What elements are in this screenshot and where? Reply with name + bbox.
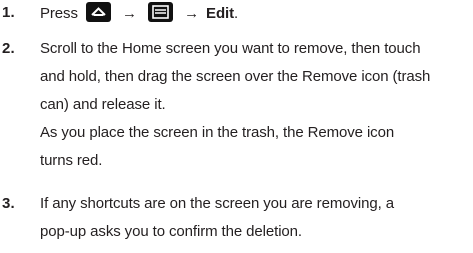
step-1-line: Press → → Edit. [40,2,239,24]
step-number: 1. [2,4,15,21]
instruction-document: 1. Press → → Edit. 2. Scroll to the Home… [0,0,473,253]
step-text-line: turns red. [40,152,103,169]
step-text-line: pop-up asks you to confirm the deletion. [40,223,302,240]
arrow-icon: → [184,4,199,22]
menu-key-icon [147,2,173,22]
step-text-line: Scroll to the Home screen you want to re… [40,40,421,57]
step-text-line: As you place the screen in the trash, th… [40,124,395,141]
period: . [233,4,239,22]
arrow-icon: → [122,4,137,22]
step-number: 3. [2,195,15,212]
home-key-icon [85,2,111,22]
edit-label: Edit [206,4,234,22]
press-text: Press [40,4,78,22]
step-text-line: can) and release it. [40,96,166,113]
step-text-line: If any shortcuts are on the screen you a… [40,195,394,212]
step-text-line: and hold, then drag the screen over the … [40,68,431,85]
step-number: 2. [2,40,15,57]
